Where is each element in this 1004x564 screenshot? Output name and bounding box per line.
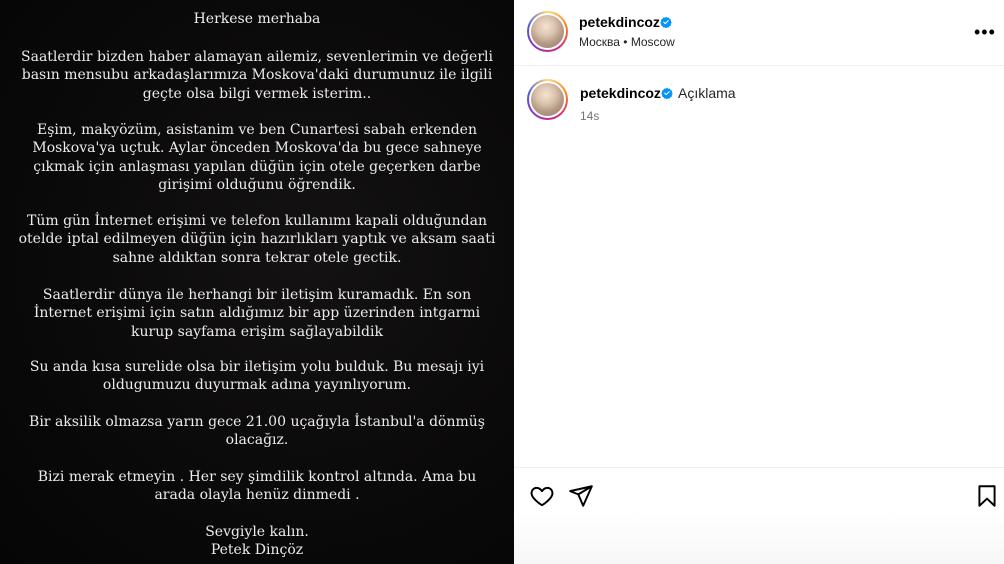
post-image[interactable]: Herkese merhaba Saatlerdir bizden haber … bbox=[0, 0, 514, 564]
post-header: petekdincoz Москва • Moscow ••• bbox=[514, 0, 1004, 66]
post-line: arada olayla henüz dinmedi . bbox=[154, 487, 360, 504]
send-icon[interactable] bbox=[568, 483, 594, 509]
post-line: girişimi olduğunu öğrendik. bbox=[158, 176, 356, 193]
caption-text: Açıklama bbox=[678, 85, 736, 101]
post-line: olacağız. bbox=[225, 432, 289, 449]
post-paragraph-6: Bir aksilik olmazsa yarın gece 21.00 uça… bbox=[0, 413, 514, 450]
comment-area[interactable] bbox=[514, 512, 1004, 564]
post-paragraph-4: Saatlerdir dünya ile herhangi bir iletiş… bbox=[0, 286, 514, 341]
verified-badge-icon bbox=[661, 87, 673, 99]
avatar[interactable] bbox=[527, 11, 568, 52]
post-line: Su anda kısa surelide olsa bir iletişim … bbox=[29, 359, 485, 375]
verified-badge-icon bbox=[660, 16, 672, 28]
post-line: Saatlerdir bizden haber alamayan ailemiz… bbox=[21, 49, 493, 65]
post-line: basın mensubu arkadaşlarımıza Moskova'da… bbox=[21, 67, 493, 84]
post-paragraph-signature: Sevgiyle kalın. Petek Dinçöz bbox=[0, 523, 514, 560]
post-paragraph-5: Su anda kısa surelide olsa bir iletişim … bbox=[0, 358, 514, 395]
post-line: Sevgiyle kalın. bbox=[205, 524, 309, 540]
post-line: Moskova'ya uçtuk. Aylar önceden Moskova'… bbox=[32, 140, 482, 157]
caption-timestamp[interactable]: 14s bbox=[580, 109, 599, 123]
post-paragraph-7: Bizi merak etmeyin . Her sey şimdilik ko… bbox=[0, 468, 514, 505]
post-line: geçte olsa bilgi vermek isterim.. bbox=[142, 85, 372, 102]
post-line: Petek Dinçöz bbox=[210, 542, 304, 559]
heart-icon[interactable] bbox=[529, 483, 555, 509]
post-paragraph-3: Tüm gün İnternet erişimi ve telefon kull… bbox=[0, 212, 514, 267]
post-line: Herkese merhaba bbox=[193, 11, 321, 27]
post-line: Eşim, makyözüm, asistanim ve ben Cunarte… bbox=[37, 122, 477, 138]
post-line: kurup sayfama erişim sağlayabildik bbox=[131, 323, 383, 340]
post-side-panel: petekdincoz Москва • Moscow ••• petekdin… bbox=[514, 0, 1004, 564]
post-line: Tüm gün İnternet erişimi ve telefon kull… bbox=[26, 213, 488, 229]
post-line: çıkmak için anlaşması yapılan düğün için… bbox=[33, 158, 481, 175]
post-line: oldugumuzu duyurmak adına yayınlıyorum. bbox=[102, 377, 412, 394]
caption-avatar[interactable] bbox=[527, 79, 568, 120]
header-username[interactable]: petekdincoz bbox=[579, 14, 660, 30]
post-line: sahne aldıktan sonra tekrar otele gectik… bbox=[112, 249, 402, 266]
post-line: Saatlerdir dünya ile herhangi bir iletiş… bbox=[42, 287, 472, 303]
caption-username[interactable]: petekdincoz bbox=[580, 85, 661, 101]
header-location[interactable]: Москва • Moscow bbox=[579, 35, 675, 49]
more-options-icon[interactable]: ••• bbox=[974, 22, 996, 43]
post-line: Bir aksilik olmazsa yarın gece 21.00 uça… bbox=[29, 414, 485, 430]
post-paragraph-2: Eşim, makyözüm, asistanim ve ben Cunarte… bbox=[0, 121, 514, 194]
post-line: İnternet erişimi için satın aldığımız bi… bbox=[33, 305, 481, 322]
bookmark-icon[interactable] bbox=[974, 483, 1000, 509]
post-paragraph-1: Saatlerdir bizden haber alamayan ailemiz… bbox=[0, 48, 514, 103]
post-line: otelde iptal edilmeyen düğün için hazırl… bbox=[18, 231, 496, 248]
post-paragraph-greeting: Herkese merhaba bbox=[0, 10, 514, 28]
post-line: Bizi merak etmeyin . Her sey şimdilik ko… bbox=[37, 469, 477, 485]
